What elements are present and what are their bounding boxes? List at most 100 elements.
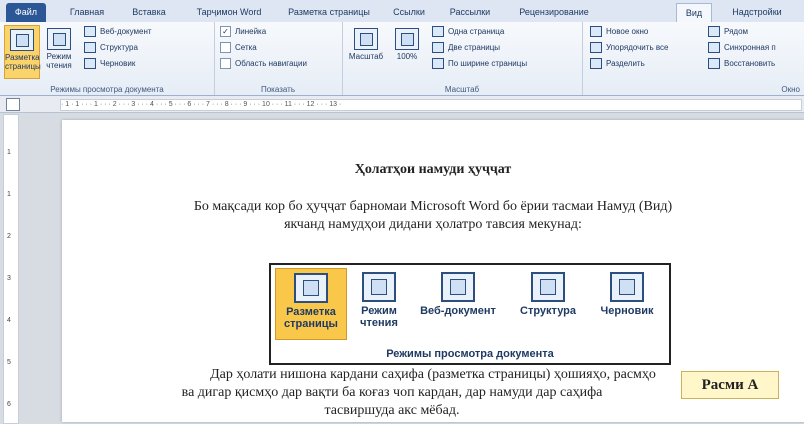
horizontal-ruler[interactable]: · 1 · 1 · · · 1 · · · 2 · · · 3 · · · 4 … <box>0 96 804 113</box>
figure-outline-label: Структура <box>520 305 576 317</box>
draft-icon <box>610 272 644 302</box>
reading-mode-icon <box>47 28 71 50</box>
sync-scroll-label: Синхронная п <box>724 43 776 52</box>
document-page[interactable]: Ҳолатҳои намуди ҳуҷҷат Бо мақсади кор бо… <box>62 120 804 422</box>
tab-references[interactable]: Ссылки <box>386 3 432 22</box>
zoom-button[interactable]: Масштаб <box>346 25 386 77</box>
two-pages-icon <box>432 42 444 54</box>
navigation-pane-checkbox[interactable]: Область навигации <box>220 57 307 71</box>
page-width-button[interactable]: По ширине страницы <box>432 57 527 71</box>
one-page-label: Одна страница <box>448 27 505 36</box>
outline-icon <box>531 272 565 302</box>
figure-print-layout-label: Разметка страницы <box>284 306 338 330</box>
zoom-group-label: Масштаб <box>444 85 480 94</box>
print-layout-icon <box>294 273 328 303</box>
tab-insert[interactable]: Вставка <box>124 3 174 22</box>
one-page-button[interactable]: Одна страница <box>432 25 504 39</box>
zoom-group: Масштаб 100% Одна страница Две страницы … <box>342 22 583 95</box>
show-group-label: Показать <box>260 85 295 94</box>
one-page-icon <box>432 26 444 38</box>
figure-caption: Режимы просмотра документа <box>386 348 554 360</box>
sync-scroll-button[interactable]: Синхронная п <box>708 41 776 55</box>
gridlines-label: Сетка <box>235 43 257 52</box>
two-pages-label: Две страницы <box>448 43 501 52</box>
side-by-side-icon <box>708 26 720 38</box>
outline-label: Структура <box>100 43 138 52</box>
draft-icon <box>84 58 96 70</box>
unchecked-box-icon <box>220 58 231 70</box>
figure-outline-button: Структура <box>509 268 587 338</box>
side-by-side-label: Рядом <box>724 27 749 36</box>
reset-position-button[interactable]: Восстановить <box>708 57 775 71</box>
figure-label-box: Расми А <box>681 371 779 399</box>
vruler-tick: 2 <box>7 233 11 240</box>
tab-addins[interactable]: Надстройки <box>722 3 792 22</box>
print-layout-icon <box>10 29 34 51</box>
web-layout-label: Веб-документ <box>100 27 152 36</box>
web-layout-button[interactable]: Веб-документ <box>84 25 152 39</box>
ribbon-tab-bar: Файл Главная Вставка Тарҷимон Word Разме… <box>0 0 804 23</box>
figure-draft-button: Черновик <box>591 268 663 338</box>
vertical-ruler[interactable]: 1 1 2 3 4 5 6 <box>3 114 19 424</box>
views-group: Разметка страницы Режим чтения Веб-докум… <box>0 22 215 95</box>
outline-button[interactable]: Структура <box>84 41 138 55</box>
paragraph-2-line-2: ва дигар қисмҳо дар вақти ба коғаз чоп к… <box>181 385 603 400</box>
gridlines-checkbox[interactable]: Сетка <box>220 41 257 55</box>
figure-print-layout-button: Разметка страницы <box>275 268 347 340</box>
paragraph-2-line-3: тасвиршуда акс мёбад. <box>324 403 460 418</box>
tab-review[interactable]: Рецензирование <box>508 3 600 22</box>
vruler-tick: 5 <box>7 359 11 366</box>
show-group: ✓ Линейка Сетка Область навигации Показат… <box>214 22 343 95</box>
figure-draft-label: Черновик <box>600 305 654 317</box>
page-100-icon <box>395 28 419 50</box>
paragraph-1-line-2: якчанд намудҳои дидани ҳолатро тавсия ме… <box>284 217 582 232</box>
window-group: Новое окно Упорядочить все Разделить Ряд… <box>582 22 804 95</box>
print-layout-label: Разметка страницы <box>5 53 41 71</box>
arrange-all-button[interactable]: Упорядочить все <box>590 41 668 55</box>
side-by-side-button[interactable]: Рядом <box>708 25 748 39</box>
zoom-100-button[interactable]: 100% <box>390 25 424 77</box>
vruler-tick: 6 <box>7 401 11 408</box>
checkmark-icon: ✓ <box>220 26 231 38</box>
views-group-label: Режимы просмотра документа <box>50 85 164 94</box>
ruler-checkbox[interactable]: ✓ Линейка <box>220 25 266 39</box>
tab-home[interactable]: Главная <box>58 3 116 22</box>
new-window-icon <box>590 26 602 38</box>
figure-web-layout-button: Веб-документ <box>411 268 505 338</box>
tab-page-layout[interactable]: Разметка страницы <box>280 3 378 22</box>
tab-mailings[interactable]: Рассылки <box>440 3 500 22</box>
window-group-label: Окно <box>781 85 800 94</box>
vruler-tick: 1 <box>7 191 11 198</box>
figure-reading-mode-button: Режим чтения <box>351 268 407 338</box>
document-title: Ҳолатҳои намуди ҳуҷҷат <box>354 162 512 177</box>
reset-position-icon <box>708 58 720 70</box>
reading-mode-icon <box>362 272 396 302</box>
print-layout-button[interactable]: Разметка страницы <box>4 25 41 79</box>
ruler-label: Линейка <box>235 27 267 36</box>
tab-file[interactable]: Файл <box>6 3 46 22</box>
paragraph-1-line-1: Бо мақсади кор бо ҳуҷҷат барномаи Micros… <box>193 199 673 214</box>
two-pages-button[interactable]: Две страницы <box>432 41 500 55</box>
tab-translator[interactable]: Тарҷимон Word <box>186 3 272 22</box>
sync-scroll-icon <box>708 42 720 54</box>
arrange-all-icon <box>590 42 602 54</box>
reading-mode-button[interactable]: Режим чтения <box>42 25 76 77</box>
tab-selector-icon[interactable] <box>6 98 20 111</box>
ruler-scale: · 1 · 1 · · · 1 · · · 2 · · · 3 · · · 4 … <box>60 99 802 111</box>
arrange-all-label: Упорядочить все <box>606 43 669 52</box>
vruler-tick: 3 <box>7 275 11 282</box>
draft-button[interactable]: Черновик <box>84 57 135 71</box>
split-label: Разделить <box>606 59 645 68</box>
reading-mode-label: Режим чтения <box>46 52 72 70</box>
split-button[interactable]: Разделить <box>590 57 645 71</box>
web-layout-icon <box>84 26 96 38</box>
tab-view[interactable]: Вид <box>676 3 712 23</box>
figure-web-layout-label: Веб-документ <box>420 305 496 317</box>
page-width-label: По ширине страницы <box>448 59 528 68</box>
vruler-tick: 1 <box>7 149 11 156</box>
view-modes-figure: Разметка страницы Режим чтения Веб-докум… <box>269 263 671 365</box>
page-width-icon <box>432 58 444 70</box>
draft-label: Черновик <box>100 59 136 68</box>
new-window-label: Новое окно <box>606 27 649 36</box>
new-window-button[interactable]: Новое окно <box>590 25 648 39</box>
